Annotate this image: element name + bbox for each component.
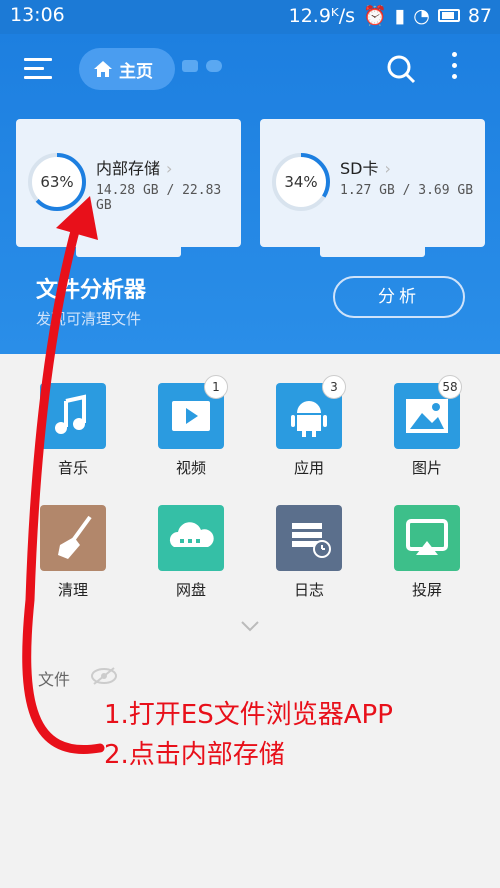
category-label: 清理 bbox=[57, 581, 88, 599]
network-speed: 12.9ᴷ/s bbox=[288, 4, 356, 27]
cloud-storage-icon bbox=[169, 522, 214, 547]
broom-icon bbox=[58, 515, 92, 559]
battery-icon bbox=[437, 9, 460, 22]
music-note-icon bbox=[55, 394, 86, 434]
home-label: 主页 bbox=[119, 61, 153, 82]
more-icon[interactable] bbox=[446, 52, 462, 86]
log-icon bbox=[292, 523, 331, 558]
annotation-step-2: 2.点击内部存储 bbox=[104, 740, 285, 770]
search-icon[interactable] bbox=[386, 54, 416, 84]
status-time: 13:06 bbox=[10, 4, 65, 26]
menu-icon[interactable] bbox=[24, 58, 52, 80]
battery-level: 87 bbox=[467, 4, 492, 27]
cast-tile[interactable] bbox=[394, 505, 460, 571]
storage-size: 14.28 GB / 22.83 GB bbox=[96, 183, 222, 213]
internal-storage-card[interactable]: 63% 内部存储 › 14.28 GB / 22.83 GB bbox=[16, 119, 241, 257]
usage-percent: 34% bbox=[284, 173, 318, 191]
annotation-step-1: 1.打开ES文件浏览器APP bbox=[104, 700, 393, 730]
chevron-right-icon: › bbox=[166, 159, 173, 178]
chevron-down-icon[interactable] bbox=[240, 620, 260, 632]
category-label: 视频 bbox=[175, 459, 206, 477]
category-label: 网盘 bbox=[175, 581, 206, 599]
alarm-icon: ⏰ bbox=[363, 5, 387, 27]
log-tile[interactable] bbox=[276, 505, 342, 571]
music-tile[interactable] bbox=[40, 383, 106, 449]
cleanup-tile[interactable] bbox=[40, 505, 106, 571]
category-label: 音乐 bbox=[57, 459, 88, 477]
category-label: 图片 bbox=[411, 459, 442, 477]
header: 主页 63% 内部存储 › 14.28 GB / 22.83 GB 34% SD卡… bbox=[0, 34, 500, 354]
files-section-label: 文件 bbox=[38, 670, 71, 689]
screen-cast-icon bbox=[406, 519, 448, 555]
category-label: 投屏 bbox=[411, 581, 442, 599]
chevron-right-icon: › bbox=[384, 159, 391, 178]
status-bar: 13:06 12.9ᴷ/s ⏰ ▮ ◔ 87 bbox=[0, 0, 500, 34]
category-label: 应用 bbox=[293, 459, 324, 477]
storage-name: 内部存储 bbox=[96, 159, 161, 178]
signal-icon: ▮ bbox=[394, 4, 406, 27]
usage-percent: 63% bbox=[40, 173, 74, 191]
storage-size: 1.27 GB / 3.69 GB bbox=[340, 183, 474, 198]
hide-eye-icon[interactable] bbox=[90, 666, 118, 686]
video-badge: 1 bbox=[204, 375, 228, 399]
home-icon bbox=[94, 61, 112, 77]
cloud-icon[interactable] bbox=[206, 60, 222, 72]
sd-card-card[interactable]: 34% SD卡 › 1.27 GB / 3.69 GB bbox=[260, 119, 485, 257]
analyzer-title: 文件分析器 bbox=[36, 278, 147, 303]
storage-name: SD卡 bbox=[340, 159, 379, 178]
chat-icon[interactable] bbox=[182, 60, 198, 72]
wifi-icon: ◔ bbox=[413, 4, 430, 27]
images-badge: 58 bbox=[438, 375, 462, 399]
netdisk-tile[interactable] bbox=[158, 505, 224, 571]
analyze-button[interactable]: 分析 bbox=[333, 276, 465, 318]
category-label: 日志 bbox=[293, 581, 324, 599]
analyzer-subtitle: 发现可清理文件 bbox=[36, 310, 142, 328]
apps-badge: 3 bbox=[322, 375, 346, 399]
home-tab[interactable]: 主页 bbox=[79, 48, 175, 90]
